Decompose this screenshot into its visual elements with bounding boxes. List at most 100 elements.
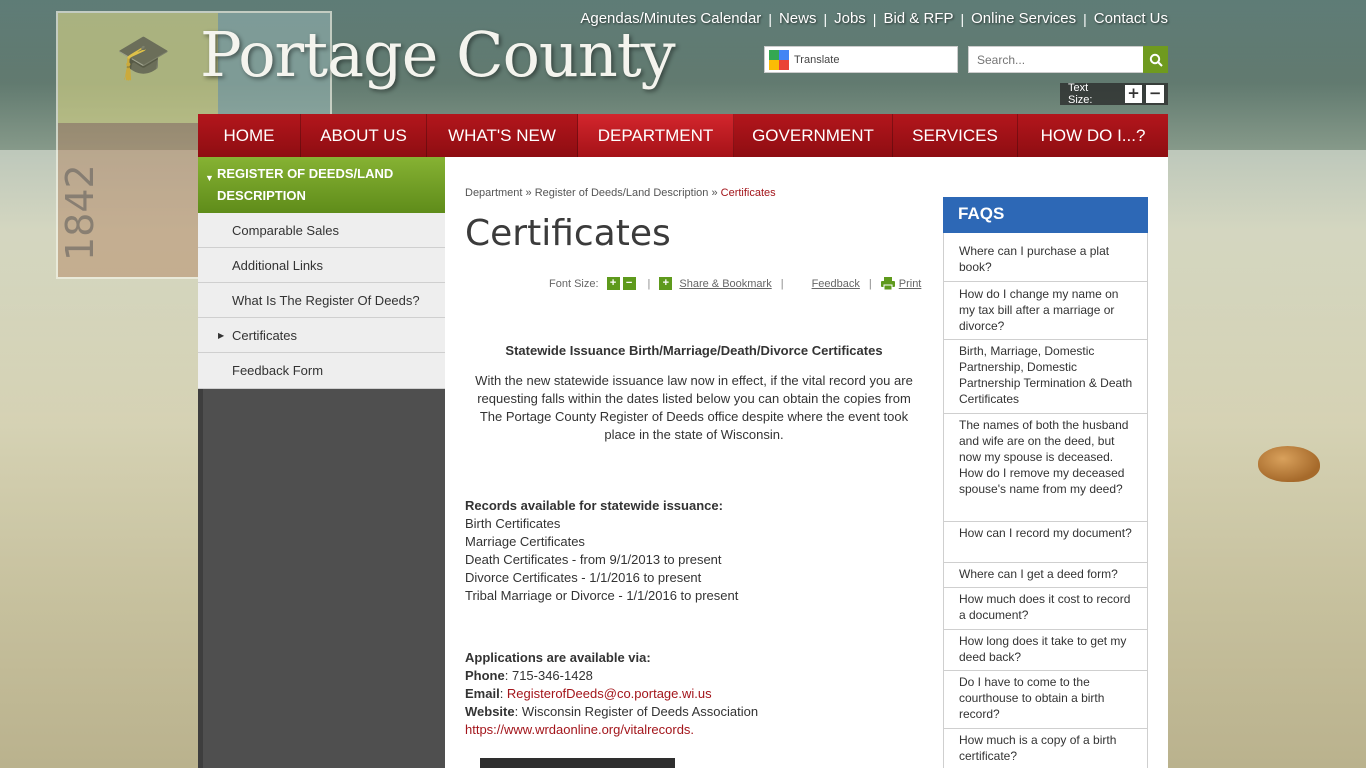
nav-whats-new[interactable]: What's New	[427, 114, 578, 157]
records-heading: Records available for statewide issuance…	[465, 498, 723, 513]
breadcrumb-link[interactable]: Register of Deeds/Land Description	[535, 187, 709, 199]
website-url-line: https://www.wrdaonline.org/vitalrecords.	[465, 721, 923, 739]
record-item: Marriage Certificates	[465, 534, 585, 549]
sidebar-item-additional-links[interactable]: Additional Links	[198, 248, 445, 283]
phone-label: Phone	[465, 668, 505, 683]
separator: |	[780, 277, 784, 290]
sidebar-item-certificates[interactable]: ▶ Certificates	[198, 318, 445, 353]
website-label: Website	[465, 704, 515, 719]
google-translate-icon	[769, 49, 789, 70]
website-text: : Wisconsin Register of Deeds Associatio…	[514, 704, 759, 719]
faq-item[interactable]: Birth, Marriage, Domestic Partnership, D…	[943, 340, 1148, 414]
faq-item[interactable]: Do I have to come to the courthouse to o…	[943, 671, 1148, 729]
record-item: Divorce Certificates - 1/1/2016 to prese…	[465, 570, 702, 585]
search-button[interactable]	[1143, 46, 1168, 73]
breadcrumb-separator: »	[711, 187, 718, 199]
sidebar-item-label: Comparable Sales	[232, 222, 339, 238]
text-size-label: Text Size:	[1068, 82, 1093, 106]
breadcrumb-current: Certificates	[720, 187, 776, 199]
faq-item[interactable]: How can I record my document?	[943, 522, 1148, 563]
util-link-online-services[interactable]: Online Services	[971, 10, 1076, 27]
record-item: Tribal Marriage or Divorce - 1/1/2016 to…	[465, 588, 739, 603]
util-link-jobs[interactable]: Jobs	[834, 10, 866, 27]
content-image	[480, 758, 675, 768]
font-increase-icon[interactable]: +	[606, 277, 620, 290]
breadcrumb-separator: »	[525, 187, 532, 199]
text-size-increase-button[interactable]: +	[1124, 85, 1143, 103]
page-title: Certificates	[465, 213, 671, 254]
util-link-contact-us[interactable]: Contact Us	[1094, 10, 1168, 27]
separator: |	[647, 277, 651, 290]
email-separator: :	[499, 686, 507, 701]
nav-government[interactable]: Government	[734, 114, 893, 157]
font-size-label: Font Size:	[549, 277, 599, 290]
util-link-bid-rfp[interactable]: Bid & RFP	[883, 10, 953, 27]
graduation-cap-icon: 🎓	[116, 32, 171, 83]
breadcrumb: Department » Register of Deeds/Land Desc…	[465, 187, 776, 199]
sidebar-heading-label: Register of Deeds/Land Description	[217, 166, 394, 203]
separator: |	[823, 10, 828, 27]
faq-item[interactable]: How do I change my name on my tax bill a…	[943, 282, 1148, 340]
search-input[interactable]	[968, 46, 1144, 73]
separator: |	[872, 10, 877, 27]
sidebar-item-feedback-form[interactable]: Feedback Form	[198, 353, 445, 389]
print-link[interactable]: Print	[899, 278, 922, 290]
separator: |	[1083, 10, 1087, 27]
sidebar-item-what-is-register[interactable]: What Is The Register Of Deeds?	[198, 283, 445, 318]
breadcrumb-link[interactable]: Department	[465, 187, 522, 199]
faq-item[interactable]: How long does it take to get my deed bac…	[943, 630, 1148, 671]
nav-services[interactable]: Services	[893, 114, 1018, 157]
text-size-decrease-button[interactable]: −	[1146, 85, 1164, 103]
faq-list: Where can I purchase a plat book? How do…	[943, 233, 1148, 768]
share-bookmark-link[interactable]: Share & Bookmark	[679, 278, 771, 290]
article-body: Statewide Issuance Birth/Marriage/Death/…	[465, 342, 923, 739]
feedback-link[interactable]: Feedback	[812, 278, 860, 290]
email-line: Email: RegisterofDeeds@co.portage.wi.us	[465, 685, 923, 703]
intro-paragraph: With the new statewide issuance law now …	[475, 373, 913, 442]
seal-year: 1842	[58, 164, 102, 262]
faq-item[interactable]: The names of both the husband and wife a…	[943, 414, 1148, 522]
caret-down-icon: ▼	[205, 173, 214, 183]
faqs-heading: FAQS	[943, 197, 1148, 233]
util-link-agendas[interactable]: Agendas/Minutes Calendar	[580, 10, 761, 27]
separator: |	[768, 10, 772, 27]
section-heading: Statewide Issuance Birth/Marriage/Death/…	[505, 343, 883, 358]
separator: |	[960, 10, 965, 27]
email-link[interactable]: RegisterofDeeds@co.portage.wi.us	[507, 686, 712, 701]
util-link-news[interactable]: News	[779, 10, 817, 27]
separator: |	[868, 277, 872, 290]
font-decrease-icon[interactable]: −	[622, 277, 636, 290]
text-size-control: Text Size: + −	[1060, 82, 1168, 106]
email-label: Email	[465, 686, 500, 701]
phone-line: Phone: 715-346-1428	[465, 667, 923, 685]
faq-item[interactable]: Where can I purchase a plat book?	[943, 233, 1148, 282]
sidebar-item-comparable-sales[interactable]: Comparable Sales	[198, 213, 445, 248]
record-item: Birth Certificates	[465, 516, 561, 531]
faq-item[interactable]: Where can I get a deed form?	[943, 563, 1148, 588]
website-link[interactable]: https://www.wrdaonline.org/vitalrecords.	[465, 722, 694, 737]
website-line: Website: Wisconsin Register of Deeds Ass…	[465, 703, 923, 721]
sidebar-heading[interactable]: ▼ Register of Deeds/Land Description	[198, 157, 445, 213]
printer-icon	[880, 277, 895, 290]
translate-widget[interactable]: Translate	[764, 46, 958, 73]
utility-nav: Agendas/Minutes Calendar | News | Jobs |…	[580, 10, 1168, 27]
sidebar-item-label: What Is The Register Of Deeds?	[232, 292, 420, 308]
translate-label: Translate	[794, 53, 840, 66]
sidebar-item-label: Additional Links	[232, 257, 324, 273]
faq-item[interactable]: How much does it cost to record a docume…	[943, 588, 1148, 630]
site-title[interactable]: Portage County	[200, 18, 676, 91]
share-icon: +	[659, 277, 673, 290]
sidebar-item-label: Certificates	[232, 327, 298, 343]
record-item: Death Certificates - from 9/1/2013 to pr…	[465, 552, 722, 567]
faq-item[interactable]: How much is a copy of a birth certificat…	[943, 729, 1148, 768]
nav-about-us[interactable]: About Us	[301, 114, 427, 157]
applications-heading: Applications are available via:	[465, 650, 651, 665]
background-rock	[1258, 446, 1320, 482]
nav-department[interactable]: Department	[578, 114, 734, 157]
sidebar-item-label: Feedback Form	[232, 363, 324, 378]
nav-how-do-i[interactable]: How Do I...?	[1018, 114, 1168, 157]
main-nav: Home About Us What's New Department Gove…	[198, 114, 1168, 157]
search-icon	[1149, 53, 1163, 67]
page-tools: Font Size: + − | + Share & Bookmark | Fe…	[549, 277, 921, 290]
nav-home[interactable]: Home	[198, 114, 301, 157]
